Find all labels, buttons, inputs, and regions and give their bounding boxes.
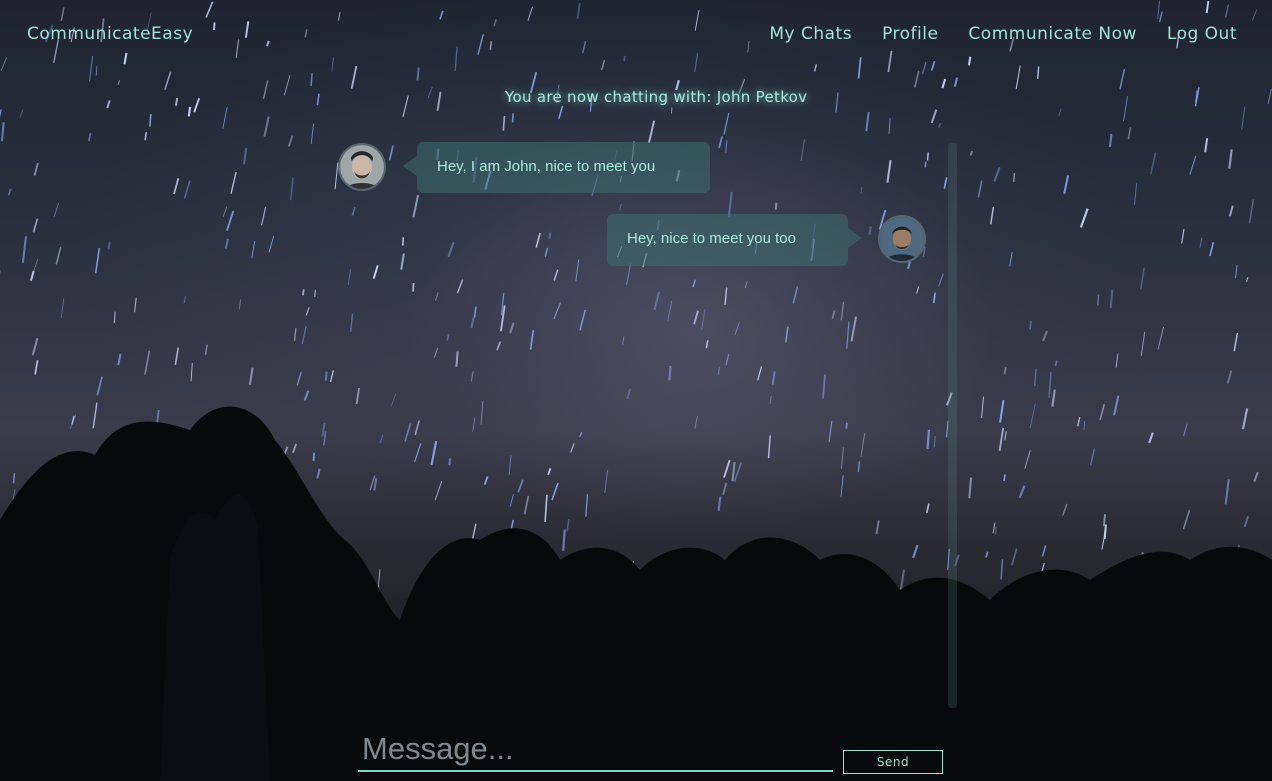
contact-avatar [338,143,386,191]
brand-logo[interactable]: CommunicateEasy [27,24,193,44]
contact-avatar-image [340,145,384,189]
nav-communicate-now[interactable]: Communicate Now [968,24,1136,44]
conversation-scrollbar[interactable] [948,143,957,708]
user-avatar [878,215,926,263]
tree-silhouette-background [0,406,1272,781]
main-nav: My Chats Profile Communicate Now Log Out [769,24,1237,44]
chat-partner-status: You are now chatting with: John Petkov [505,88,808,106]
nav-my-chats[interactable]: My Chats [769,24,852,44]
user-avatar-image [880,217,924,261]
message-bubble-incoming: Hey, I am John, nice to meet you [403,142,710,193]
send-button[interactable]: Send [843,750,943,774]
nav-profile[interactable]: Profile [882,24,938,44]
message-bubble-outgoing: Hey, nice to meet you too [607,214,862,266]
message-input[interactable] [358,728,833,772]
nav-log-out[interactable]: Log Out [1167,24,1237,44]
